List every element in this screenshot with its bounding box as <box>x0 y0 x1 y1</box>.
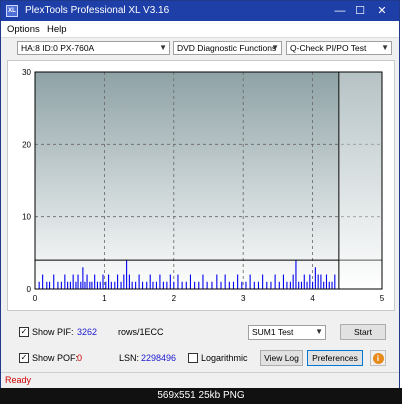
y-tick-label: 30 <box>22 68 31 77</box>
menu-help[interactable]: Help <box>47 24 67 35</box>
x-tick-label: 3 <box>241 294 246 303</box>
y-tick-label: 0 <box>27 285 32 294</box>
drive-select-value: HA:8 ID:0 PX-760A <box>21 43 95 53</box>
lsn-label: LSN: <box>119 353 140 363</box>
app-window: XL PlexTools Professional XL V3.16 — ☐ ✕… <box>0 0 400 389</box>
x-tick-label: 1 <box>102 294 107 303</box>
chevron-down-icon: ▼ <box>315 327 323 336</box>
chevron-down-icon: ▼ <box>381 43 389 52</box>
show-pof-label: Show POF: <box>32 353 79 363</box>
status-text: Ready <box>5 375 32 385</box>
menu-options[interactable]: Options <box>7 24 40 35</box>
x-tick-label: 4 <box>310 294 315 303</box>
show-pof-checkbox[interactable]: ✓ <box>19 353 29 363</box>
rows-label: rows/1ECC <box>118 327 164 337</box>
title-bar: XL PlexTools Professional XL V3.16 — ☐ ✕ <box>1 1 399 21</box>
pif-value: 3262 <box>77 327 98 337</box>
sum-test-value: SUM1 Test <box>252 327 294 337</box>
x-tick-label: 5 <box>380 294 385 303</box>
menu-bar: Options Help <box>1 21 399 38</box>
drive-select[interactable]: HA:8 ID:0 PX-760A ▼ <box>17 41 170 55</box>
pof-value: 0 <box>77 353 83 363</box>
image-caption: 569x551 25kb PNG <box>0 388 402 404</box>
x-tick-label: 0 <box>33 294 38 303</box>
x-tick-label: 2 <box>172 294 177 303</box>
view-log-button[interactable]: View Log <box>260 350 303 366</box>
preferences-button[interactable]: Preferences <box>307 350 363 366</box>
test-select-value: Q-Check PI/PO Test <box>290 43 367 53</box>
chevron-down-icon: ▼ <box>271 43 279 52</box>
function-select-value: DVD Diagnostic Functions <box>177 43 277 53</box>
app-icon: XL <box>6 5 18 17</box>
status-bar: Ready <box>1 372 399 389</box>
pi-po-chart: 0 1 2 3 4 5 0 10 20 30 <box>22 68 385 303</box>
start-button[interactable]: Start <box>340 324 386 340</box>
close-button[interactable]: ✕ <box>371 3 393 19</box>
logarithmic-label: Logarithmic <box>201 353 248 363</box>
y-tick-label: 20 <box>22 140 31 149</box>
logarithmic-checkbox[interactable] <box>188 353 198 363</box>
info-icon: i <box>372 353 384 364</box>
plot-background <box>35 72 382 289</box>
show-pif-checkbox[interactable]: ✓ <box>19 327 29 337</box>
minimize-button[interactable]: — <box>329 3 351 19</box>
function-select[interactable]: DVD Diagnostic Functions ▼ <box>173 41 282 55</box>
lsn-value: 2298496 <box>141 353 177 363</box>
window-title: PlexTools Professional XL V3.16 <box>25 5 170 16</box>
unscanned-region <box>338 72 382 289</box>
y-tick-label: 10 <box>22 213 31 222</box>
test-select[interactable]: Q-Check PI/PO Test ▼ <box>286 41 392 55</box>
maximize-button[interactable]: ☐ <box>349 3 371 19</box>
show-pif-label: Show PIF: <box>32 327 74 337</box>
chart-panel: 0 1 2 3 4 5 0 10 20 30 <box>7 60 395 311</box>
info-button[interactable]: i <box>370 350 386 366</box>
sum-test-select[interactable]: SUM1 Test ▼ <box>248 325 326 340</box>
chevron-down-icon: ▼ <box>159 43 167 52</box>
